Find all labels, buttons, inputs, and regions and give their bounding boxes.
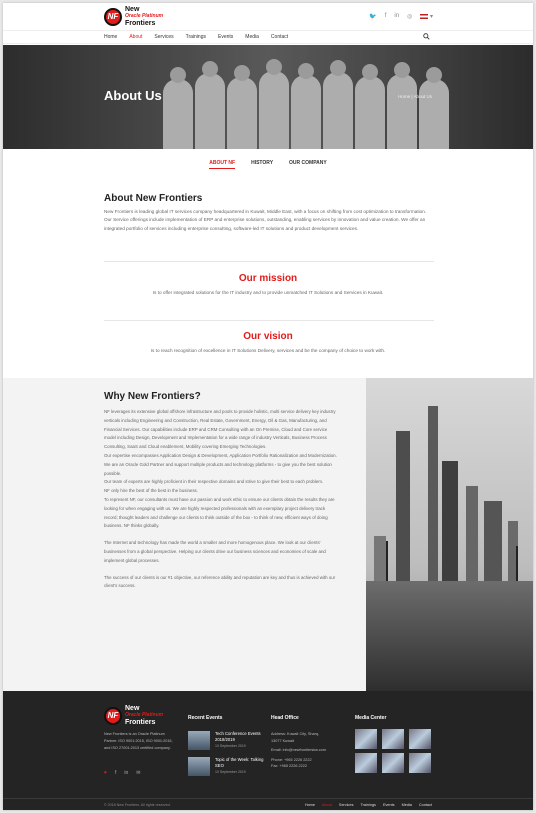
media-thumbnail[interactable] (355, 753, 377, 773)
main-nav: Home About Services Trainings Events Med… (3, 30, 533, 44)
why-paragraph: The Internet and technology has made the… (104, 540, 326, 563)
hero-banner: About Us Home | About Us (3, 45, 533, 149)
why-section: Why New Frontiers? NF leverages its exte… (3, 378, 533, 691)
breadcrumb[interactable]: Home | About Us (398, 94, 432, 99)
office-address: 13077 Kuwait (271, 738, 295, 743)
instagram-icon[interactable]: ◎ (407, 13, 412, 20)
footer-nav-about[interactable]: About (322, 803, 332, 807)
why-paragraph: We are an Oracle Gold Partner and suppor… (104, 461, 332, 476)
footer-nav-trainings[interactable]: Trainings (360, 803, 375, 807)
footer-nav-services[interactable]: Services (339, 803, 354, 807)
nav-item-media[interactable]: Media (245, 34, 259, 40)
page: NF New Oracle Platinum Frontiers 🐦 f in ◎… (3, 3, 533, 810)
about-heading: About New Frontiers (104, 193, 203, 204)
why-paragraph: NF only hire the best of the best in the… (104, 488, 198, 494)
logo-name-line2: Frontiers (125, 719, 156, 726)
us-flag-icon (420, 14, 429, 19)
footer-nav-events[interactable]: Events (383, 803, 395, 807)
search-icon[interactable] (423, 33, 430, 40)
nav-item-services[interactable]: Services (154, 34, 173, 40)
office-details: Address: Kuwait City, Sharq, 13077 Kuwai… (271, 731, 346, 770)
event-item[interactable]: Topic of the Week: Talking SEO 10 Septem… (188, 757, 265, 776)
chevron-down-icon: ▾ (429, 14, 433, 20)
logo-tagline: Oracle Platinum (125, 13, 164, 19)
mission-body: Is to offer integrated solutions for the… (152, 290, 384, 295)
header-social: 🐦 f in ◎ ▾ (369, 13, 433, 20)
vision-heading: Our vision (243, 331, 293, 342)
logo-name-line1: New (125, 705, 140, 712)
tab-our-company[interactable]: OUR COMPANY (289, 160, 327, 169)
media-thumbnail[interactable] (409, 753, 431, 773)
about-tabs: ABOUT NF HISTORY OUR COMPANY (3, 160, 533, 169)
why-paragraph: Our team of experts are highly proficien… (104, 479, 324, 485)
linkedin-icon[interactable]: in (124, 770, 128, 776)
footer-nav-home[interactable]: Home (305, 803, 315, 807)
nav-item-events[interactable]: Events (218, 34, 233, 40)
footer-social: ♥ f in ✉ (104, 770, 140, 776)
about-body: New Frontiers is leading global IT servi… (104, 209, 427, 231)
vision-body: Is to reach recognition of excellence in… (150, 348, 386, 353)
twitter-icon[interactable]: 🐦 (369, 13, 376, 20)
footer-nav: Home About Services Trainings Events Med… (305, 803, 432, 807)
event-date: 10 September 2019 (215, 744, 246, 748)
nav-item-trainings[interactable]: Trainings (186, 34, 206, 40)
mission-heading: Our mission (238, 273, 298, 284)
divider (104, 320, 434, 321)
why-paragraph: Our expertise encompasses Application De… (104, 452, 337, 458)
logo-name-line2: Frontiers (125, 20, 156, 27)
why-paragraph: To represent NF, our consultants must ha… (104, 496, 335, 529)
logo-mark: NF (104, 7, 122, 26)
media-gallery (355, 729, 431, 773)
footer-about: New Frontiers is an Oracle Platinum Part… (104, 732, 173, 750)
office-fax: Fax: +965 2226 2222 (271, 764, 307, 768)
media-thumbnail[interactable] (355, 729, 377, 749)
site-header: NF New Oracle Platinum Frontiers 🐦 f in ◎… (3, 3, 533, 30)
why-heading: Why New Frontiers? (104, 391, 201, 402)
site-logo[interactable]: NF New Oracle Platinum Frontiers (104, 6, 163, 27)
office-heading: Head Office (271, 715, 299, 721)
events-heading: Recent Events (188, 715, 223, 721)
office-email[interactable]: Email: info@newfrontierskw.com (271, 747, 346, 754)
logo-mark: NF (104, 706, 122, 725)
divider (104, 261, 434, 262)
media-heading: Media Center (355, 715, 387, 721)
language-selector[interactable]: ▾ (420, 13, 433, 20)
footer-nav-media[interactable]: Media (402, 803, 412, 807)
footer-bottom-bar: © 2018 New Frontiers. All rights reserve… (3, 798, 533, 810)
tab-history[interactable]: HISTORY (251, 160, 273, 169)
tab-about-nf[interactable]: ABOUT NF (209, 160, 236, 169)
why-body: NF leverages its extensive global offsho… (104, 408, 339, 599)
linkedin-icon[interactable]: in (394, 13, 399, 20)
event-item[interactable]: Tech Conference Events 2018/2019 10 Sept… (188, 731, 265, 750)
event-thumbnail (188, 757, 210, 776)
logo-name-line1: New (125, 6, 140, 13)
heart-icon[interactable]: ♥ (104, 770, 107, 776)
city-skyline-image (366, 378, 533, 691)
event-thumbnail (188, 731, 210, 750)
nav-item-contact[interactable]: Contact (271, 34, 288, 40)
logo-text: New Oracle Platinum Frontiers (125, 6, 163, 27)
nav-item-about[interactable]: About (129, 34, 142, 40)
event-title: Tech Conference Events 2018/2019 (215, 731, 261, 742)
why-paragraph: The success of our clients is our #1 obj… (104, 574, 336, 589)
event-title: Topic of the Week: Talking SEO (215, 757, 264, 768)
footer-logo[interactable]: NF New Oracle Platinum Frontiers (104, 705, 163, 726)
media-thumbnail[interactable] (382, 729, 404, 749)
mail-icon[interactable]: ✉ (136, 770, 140, 776)
nav-items: Home About Services Trainings Events Med… (104, 34, 288, 40)
page-title: About Us (104, 88, 162, 103)
media-thumbnail[interactable] (409, 729, 431, 749)
footer-nav-contact[interactable]: Contact (419, 803, 432, 807)
event-date: 10 September 2019 (215, 770, 246, 774)
logo-tagline: Oracle Platinum (125, 712, 164, 718)
site-footer: NF New Oracle Platinum Frontiers New Fron… (3, 691, 533, 810)
facebook-icon[interactable]: f (385, 13, 387, 20)
media-thumbnail[interactable] (382, 753, 404, 773)
nav-item-home[interactable]: Home (104, 34, 117, 40)
copyright: © 2018 New Frontiers. All rights reserve… (104, 803, 171, 807)
facebook-icon[interactable]: f (115, 770, 116, 776)
why-paragraph: NF leverages its extensive global offsho… (104, 409, 336, 450)
